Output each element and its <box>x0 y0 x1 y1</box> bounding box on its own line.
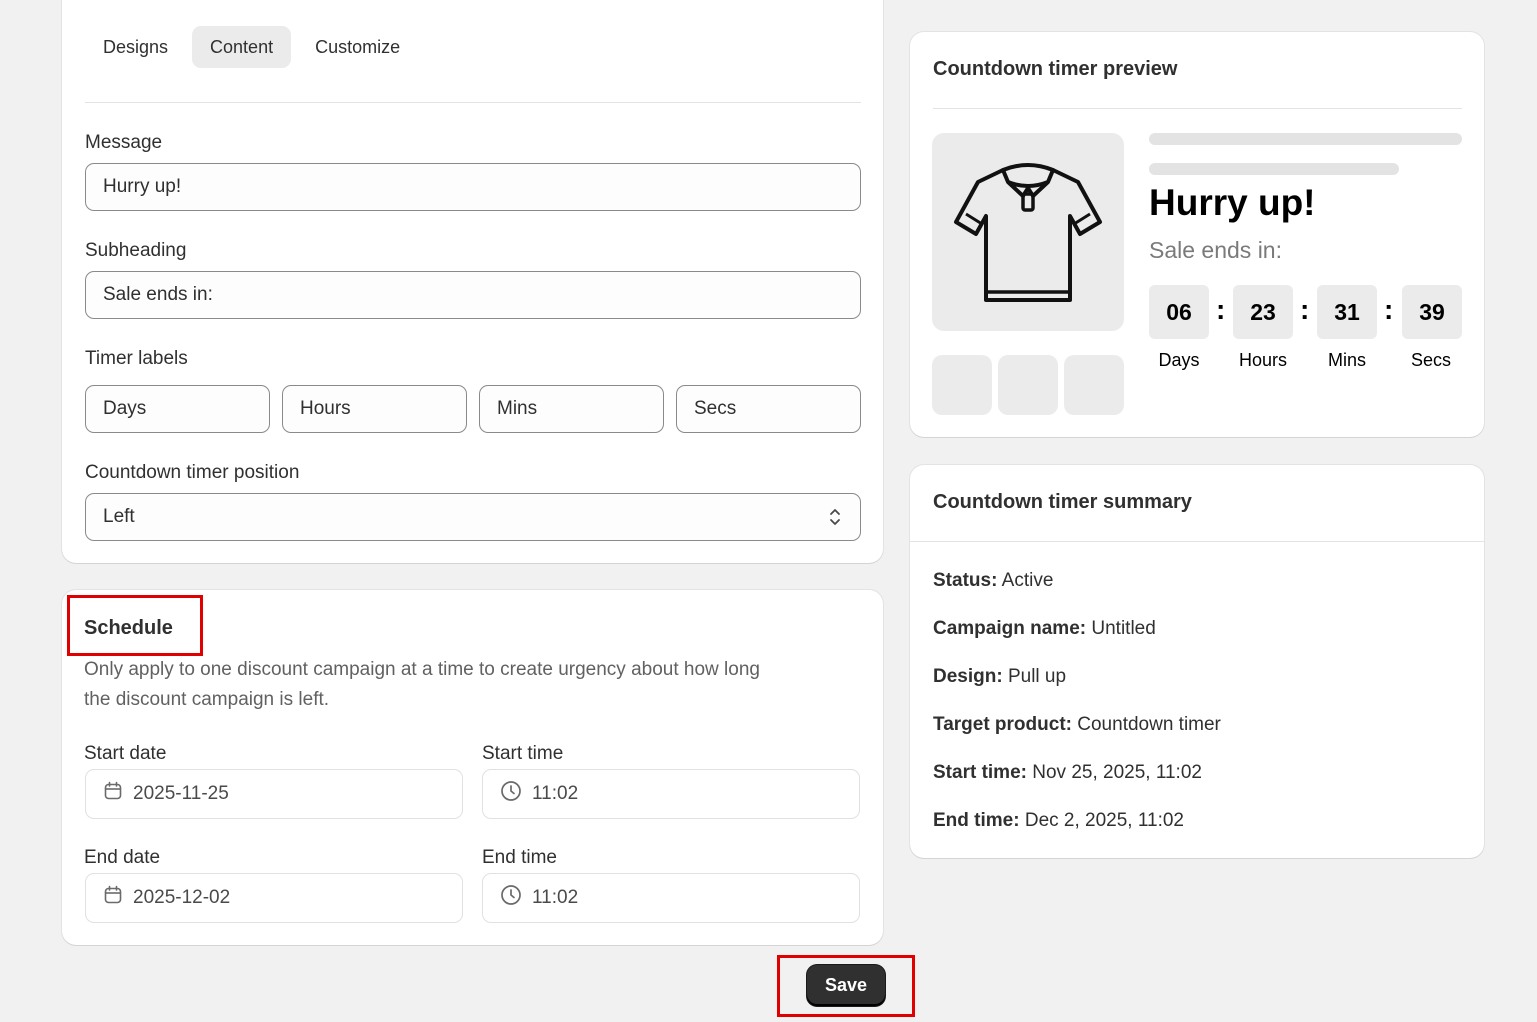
timer-secs-value: 39 <box>1402 285 1462 339</box>
start-time-value: 11:02 <box>532 783 579 804</box>
save-highlight <box>777 955 915 1017</box>
message-input[interactable]: Hurry up! <box>85 163 861 211</box>
summary-value: Nov 25, 2025, 11:02 <box>1032 762 1202 783</box>
subheading-label: Subheading <box>85 240 187 261</box>
placeholder-bar <box>1149 133 1462 145</box>
tab-designs[interactable]: Designs <box>85 26 186 68</box>
calendar-icon <box>103 781 123 807</box>
schedule-description: Only apply to one discount campaign at a… <box>84 655 864 715</box>
secs-label-input[interactable]: Secs <box>676 385 861 433</box>
timer-hours-label: Hours <box>1238 350 1287 370</box>
timer-days-label: Days <box>1158 350 1200 370</box>
summary-title: Countdown timer summary <box>933 491 1192 513</box>
tab-content[interactable]: Content <box>192 26 292 68</box>
end-date-value: 2025-12-02 <box>133 887 231 908</box>
end-time-value: 11:02 <box>532 887 579 908</box>
start-date-label: Start date <box>84 743 167 764</box>
days-label-value: Days <box>103 398 147 419</box>
timer-days-value: 06 <box>1149 285 1209 339</box>
summary-value: Dec 2, 2025, 11:02 <box>1024 810 1184 831</box>
timer-labels-label: Timer labels <box>85 348 188 369</box>
summary-row-end-time: End time: Dec 2, 2025, 11:02 <box>933 810 1184 832</box>
position-value: Left <box>103 506 135 527</box>
message-label: Message <box>85 132 163 153</box>
start-time-label: Start time <box>482 743 564 764</box>
end-date-field[interactable]: 2025-12-02 <box>85 873 463 923</box>
mins-label-value: Mins <box>497 398 538 419</box>
schedule-highlight <box>67 595 203 656</box>
summary-key: Campaign name: <box>933 618 1087 639</box>
summary-row-status: Status: Active <box>933 570 1053 592</box>
summary-key: Start time: <box>933 762 1027 783</box>
summary-value: Pull up <box>1007 666 1067 687</box>
end-date-label: End date <box>84 847 161 868</box>
timer-separator: : <box>1216 294 1226 325</box>
clock-icon <box>500 780 522 808</box>
preview-title: Countdown timer preview <box>933 58 1178 80</box>
tab-bar: Designs Content Customize <box>85 26 418 68</box>
summary-row-campaign-name: Campaign name: Untitled <box>933 618 1156 640</box>
mins-label-input[interactable]: Mins <box>479 385 664 433</box>
summary-key: Status: <box>933 570 998 591</box>
select-chevron-icon <box>828 506 842 534</box>
summary-key: Design: <box>933 666 1003 687</box>
preview-headline: Hurry up! <box>1149 182 1316 223</box>
summary-value: Countdown timer <box>1077 714 1221 735</box>
summary-key: End time: <box>933 810 1020 831</box>
message-value: Hurry up! <box>103 176 182 197</box>
summary-row-target-product: Target product: Countdown timer <box>933 714 1221 736</box>
product-thumbnail[interactable] <box>998 355 1058 415</box>
product-image <box>932 133 1124 331</box>
timer-mins-label: Mins <box>1327 350 1366 370</box>
placeholder-bar <box>1149 163 1399 175</box>
secs-label-value: Secs <box>694 398 737 419</box>
end-time-label: End time <box>482 847 557 868</box>
tabs-divider <box>85 102 861 103</box>
content-card: Designs Content Customize Message Hurry … <box>62 0 883 563</box>
timer-separator: : <box>1300 294 1310 325</box>
preview-card: Countdown timer preview Hurry up! Sale e… <box>910 32 1484 437</box>
subheading-value: Sale ends in: <box>103 284 213 305</box>
days-label-input[interactable]: Days <box>85 385 270 433</box>
schedule-description-line-2: the discount campaign is left. <box>84 689 330 710</box>
product-thumbnail[interactable] <box>1064 355 1124 415</box>
start-time-field[interactable]: 11:02 <box>482 769 860 819</box>
calendar-icon <box>103 885 123 911</box>
timer-separator: : <box>1384 294 1394 325</box>
preview-divider <box>933 108 1462 109</box>
summary-value: Active <box>1001 570 1054 591</box>
summary-card: Countdown timer summary Status: Active C… <box>910 465 1484 858</box>
start-date-field[interactable]: 2025-11-25 <box>85 769 463 819</box>
preview-subheading: Sale ends in: <box>1149 237 1282 263</box>
clock-icon <box>500 884 522 912</box>
timer-secs-label: Secs <box>1410 350 1452 370</box>
schedule-description-line-1: Only apply to one discount campaign at a… <box>84 659 760 680</box>
summary-value: Untitled <box>1091 618 1156 639</box>
position-label: Countdown timer position <box>85 462 300 483</box>
timer-hours-value: 23 <box>1233 285 1293 339</box>
end-time-field[interactable]: 11:02 <box>482 873 860 923</box>
subheading-input[interactable]: Sale ends in: <box>85 271 861 319</box>
polo-shirt-icon <box>954 163 1102 302</box>
summary-row-start-time: Start time: Nov 25, 2025, 11:02 <box>933 762 1202 784</box>
position-select[interactable]: Left <box>85 493 861 541</box>
tab-customize[interactable]: Customize <box>297 26 418 68</box>
summary-row-design: Design: Pull up <box>933 666 1066 688</box>
product-thumbnail[interactable] <box>932 355 992 415</box>
summary-key: Target product: <box>933 714 1072 735</box>
start-date-value: 2025-11-25 <box>133 783 229 804</box>
timer-mins-value: 31 <box>1317 285 1377 339</box>
hours-label-input[interactable]: Hours <box>282 385 467 433</box>
hours-label-value: Hours <box>300 398 351 419</box>
summary-divider <box>910 541 1484 542</box>
